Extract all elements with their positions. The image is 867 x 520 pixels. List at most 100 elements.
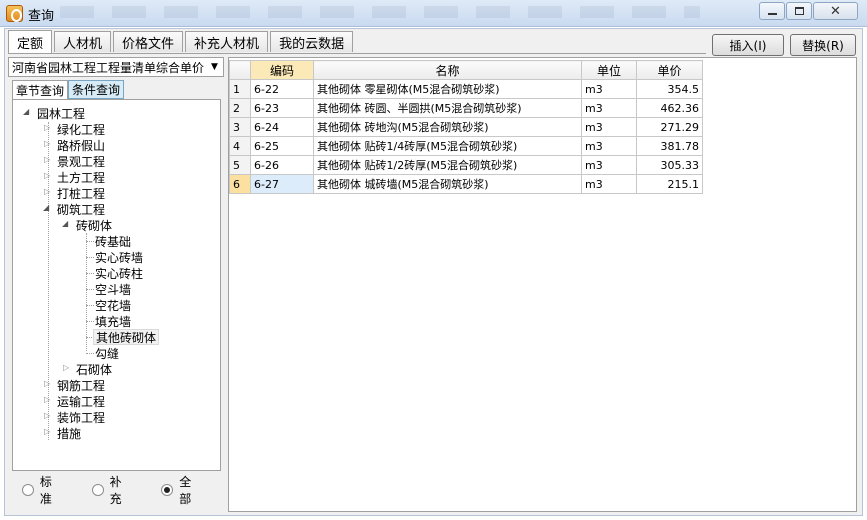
tab-supplement-materials[interactable]: 补充人材机 <box>185 31 269 52</box>
tree-leaf[interactable]: 空花墙 <box>95 297 131 313</box>
cell-code[interactable]: 6-25 <box>250 136 314 156</box>
tree-node[interactable]: 路桥假山 <box>57 137 105 153</box>
row-number: 4 <box>229 136 251 156</box>
table-row[interactable]: 4 6-25 其他砌体 贴砖1/4砖厚(M5混合砌筑砂浆) m3 381.78 <box>229 136 703 156</box>
library-filter-radios: 标准 补充 全部 <box>12 475 221 506</box>
tab-cloud-data[interactable]: 我的云数据 <box>270 31 354 52</box>
expand-arrow-icon[interactable]: ▷ <box>44 427 50 436</box>
tree-connector <box>86 305 94 306</box>
cell-price[interactable]: 354.5 <box>636 79 703 99</box>
radio-selected-icon <box>161 484 174 496</box>
collapse-arrow-icon[interactable]: ◢ <box>43 203 49 212</box>
tree-node[interactable]: 运输工程 <box>57 393 105 409</box>
row-number-header <box>229 60 251 80</box>
quota-library-select[interactable]: 河南省园林工程工程量清单综合单价 ▼ <box>8 57 224 77</box>
tree-node[interactable]: 装饰工程 <box>57 409 105 425</box>
tab-materials[interactable]: 人材机 <box>54 31 112 52</box>
cell-unit[interactable]: m3 <box>581 136 637 156</box>
tree-leaf[interactable]: 勾缝 <box>95 345 119 361</box>
cell-code[interactable]: 6-26 <box>250 155 314 175</box>
minimize-button[interactable] <box>759 2 785 20</box>
tree-connector <box>86 241 94 242</box>
collapse-arrow-icon[interactable]: ◢ <box>23 107 29 116</box>
maximize-button[interactable] <box>786 2 812 20</box>
expand-arrow-icon[interactable]: ▷ <box>63 363 69 372</box>
maximize-icon <box>794 7 804 15</box>
collapse-arrow-icon[interactable]: ◢ <box>62 219 68 228</box>
table-row[interactable]: 1 6-22 其他砌体 零星砌体(M5混合砌筑砂浆) m3 354.5 <box>229 79 703 99</box>
tree-leaf[interactable]: 实心砖墙 <box>95 249 143 265</box>
table-row[interactable]: 5 6-26 其他砌体 贴砖1/2砖厚(M5混合砌筑砂浆) m3 305.33 <box>229 155 703 175</box>
close-button[interactable]: ✕ <box>813 2 858 20</box>
cell-unit[interactable]: m3 <box>581 117 637 137</box>
column-header-price[interactable]: 单价 <box>636 60 703 80</box>
radio-icon <box>91 484 104 496</box>
radio-supplement[interactable]: 补充 <box>91 473 134 507</box>
expand-arrow-icon[interactable]: ▷ <box>44 395 50 404</box>
cell-name[interactable]: 其他砌体 砖圆、半圆拱(M5混合砌筑砂浆) <box>313 98 582 118</box>
chevron-down-icon[interactable]: ▼ <box>206 58 223 76</box>
cell-name[interactable]: 其他砌体 零星砌体(M5混合砌筑砂浆) <box>313 79 582 99</box>
tree-node[interactable]: 打桩工程 <box>57 185 105 201</box>
tree-node[interactable]: 措施 <box>57 425 81 441</box>
replace-button[interactable]: 替换(R) <box>790 34 856 56</box>
cell-name[interactable]: 其他砌体 城砖墙(M5混合砌筑砂浆) <box>313 174 582 194</box>
column-header-unit[interactable]: 单位 <box>581 60 637 80</box>
cell-code[interactable]: 6-22 <box>250 79 314 99</box>
tree-node[interactable]: 砖砌体 <box>76 217 112 233</box>
tree-connector <box>86 233 87 351</box>
cell-price[interactable]: 381.78 <box>636 136 703 156</box>
expand-arrow-icon[interactable]: ▷ <box>44 139 50 148</box>
cell-price[interactable]: 271.29 <box>636 117 703 137</box>
table-row-selected[interactable]: 6 6-27 其他砌体 城砖墙(M5混合砌筑砂浆) m3 215.1 <box>229 174 703 194</box>
table-row[interactable]: 2 6-23 其他砌体 砖圆、半圆拱(M5混合砌筑砂浆) m3 462.36 <box>229 98 703 118</box>
cell-unit[interactable]: m3 <box>581 155 637 175</box>
cell-code[interactable]: 6-23 <box>250 98 314 118</box>
insert-button[interactable]: 插入(I) <box>712 34 784 56</box>
table-row[interactable]: 3 6-24 其他砌体 砖地沟(M5混合砌筑砂浆) m3 271.29 <box>229 117 703 137</box>
cell-unit[interactable]: m3 <box>581 79 637 99</box>
expand-arrow-icon[interactable]: ▷ <box>44 187 50 196</box>
tree-leaf[interactable]: 砖基础 <box>95 233 131 249</box>
tree-node[interactable]: 钢筋工程 <box>57 377 105 393</box>
cell-name[interactable]: 其他砌体 贴砖1/2砖厚(M5混合砌筑砂浆) <box>313 155 582 175</box>
tree-leaf-selected[interactable]: 其他砖砌体 <box>93 329 160 345</box>
tree-connector <box>86 273 94 274</box>
expand-arrow-icon[interactable]: ▷ <box>44 155 50 164</box>
tree-node[interactable]: 景观工程 <box>57 153 105 169</box>
tree-connector <box>48 122 49 440</box>
tab-quota[interactable]: 定额 <box>8 30 53 53</box>
tree-leaf[interactable]: 实心砖柱 <box>95 265 143 281</box>
tree-leaf[interactable]: 填充墙 <box>95 313 131 329</box>
cell-name[interactable]: 其他砌体 砖地沟(M5混合砌筑砂浆) <box>313 117 582 137</box>
row-number: 5 <box>229 155 251 175</box>
cell-unit[interactable]: m3 <box>581 98 637 118</box>
cell-code[interactable]: 6-24 <box>250 117 314 137</box>
column-header-name[interactable]: 名称 <box>313 60 582 80</box>
query-mode-tabs: 章节查询 条件查询 <box>12 80 125 99</box>
tab-chapter-query[interactable]: 章节查询 <box>12 80 69 99</box>
expand-arrow-icon[interactable]: ▷ <box>44 379 50 388</box>
radio-all[interactable]: 全部 <box>161 473 203 507</box>
cell-price[interactable]: 305.33 <box>636 155 703 175</box>
column-header-code[interactable]: 编码 <box>250 60 314 80</box>
expand-arrow-icon[interactable]: ▷ <box>44 171 50 180</box>
tree-node-root[interactable]: 园林工程 <box>37 105 85 121</box>
expand-arrow-icon[interactable]: ▷ <box>44 411 50 420</box>
tree-node[interactable]: 土方工程 <box>57 169 105 185</box>
radio-standard[interactable]: 标准 <box>22 473 64 507</box>
tab-divider <box>8 53 706 54</box>
tree-node[interactable]: 砌筑工程 <box>57 201 105 217</box>
app-icon <box>6 5 23 22</box>
tree-node[interactable]: 石砌体 <box>76 361 112 377</box>
cell-name[interactable]: 其他砌体 贴砖1/4砖厚(M5混合砌筑砂浆) <box>313 136 582 156</box>
cell-price[interactable]: 215.1 <box>636 174 703 194</box>
cell-price[interactable]: 462.36 <box>636 98 703 118</box>
tab-price-file[interactable]: 价格文件 <box>113 31 184 52</box>
tree-leaf[interactable]: 空斗墙 <box>95 281 131 297</box>
cell-code[interactable]: 6-27 <box>250 174 314 194</box>
cell-unit[interactable]: m3 <box>581 174 637 194</box>
expand-arrow-icon[interactable]: ▷ <box>44 123 50 132</box>
tree-node[interactable]: 绿化工程 <box>57 121 105 137</box>
tab-condition-query[interactable]: 条件查询 <box>68 80 125 99</box>
